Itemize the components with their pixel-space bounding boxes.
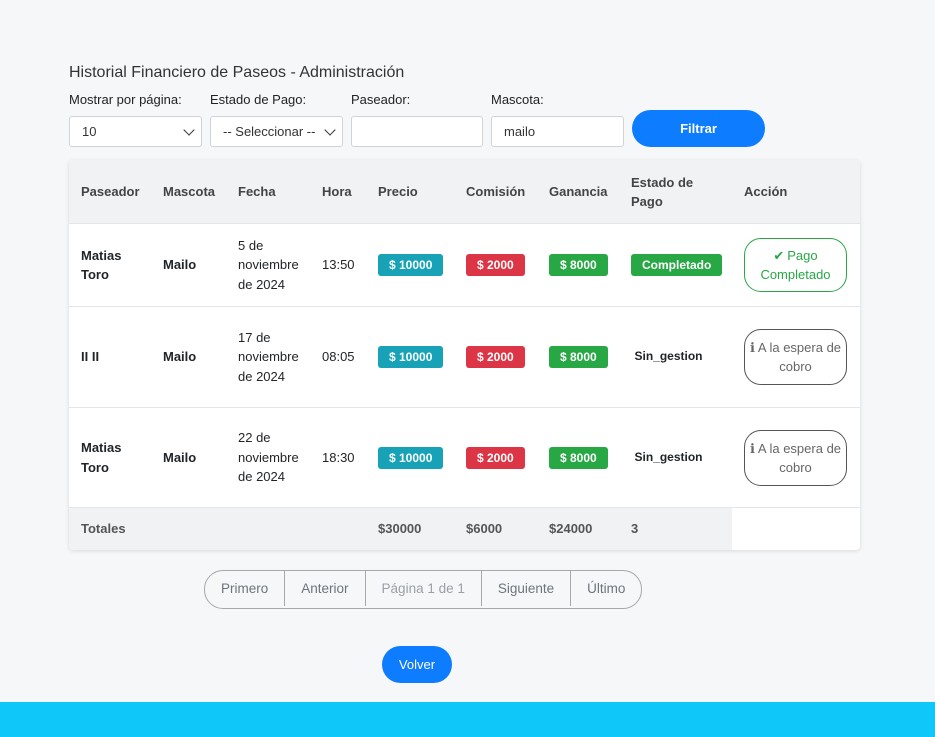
walker-cell: Matias Toro	[69, 223, 151, 307]
price-cell: $ 10000	[366, 407, 454, 508]
action-cell: ℹA la espera de cobro	[732, 306, 860, 408]
previous-page-button[interactable]: Anterior	[285, 571, 366, 606]
time-cell: 13:50	[310, 223, 366, 307]
total-price: $30000	[366, 507, 454, 550]
price-badge: $ 10000	[378, 254, 444, 276]
column-header: Ganancia	[537, 160, 619, 224]
walker-label: Paseador:	[351, 92, 411, 107]
walker-cell: Matias Toro	[69, 407, 151, 508]
totals-label: Totales	[69, 507, 366, 550]
price-badge: $ 10000	[378, 346, 444, 368]
table-row: II II Mailo 17 de noviembre de 2024 08:0…	[69, 306, 860, 408]
total-count: 3	[619, 507, 732, 550]
price-cell: $ 10000	[366, 223, 454, 307]
total-earning: $24000	[537, 507, 619, 550]
price-cell: $ 10000	[366, 306, 454, 408]
price-badge: $ 10000	[378, 446, 444, 469]
commission-badge: $ 2000	[466, 446, 525, 469]
next-page-button[interactable]: Siguiente	[482, 571, 572, 606]
info-icon: ℹ	[749, 340, 755, 355]
commission-cell: $ 2000	[454, 223, 537, 307]
pagination: Primero Anterior Página 1 de 1 Siguiente…	[204, 570, 643, 609]
column-header: Acción	[732, 160, 860, 224]
status-badge: Completado	[631, 254, 723, 276]
earning-badge: $ 8000	[549, 346, 608, 368]
pet-cell: Mailo	[151, 407, 226, 508]
total-commission: $6000	[454, 507, 537, 550]
column-header: Paseador	[69, 160, 151, 224]
table-row: Matias Toro Mailo 22 de noviembre de 202…	[69, 407, 860, 508]
action-label: A la espera de cobro	[757, 340, 842, 374]
per-page-label: Mostrar por página:	[69, 92, 182, 107]
commission-badge: $ 2000	[466, 254, 525, 276]
column-header: Fecha	[226, 160, 310, 224]
column-header: Comisión	[454, 160, 537, 224]
status-cell: Completado	[619, 223, 732, 307]
earning-badge: $ 8000	[549, 446, 608, 469]
column-header: Mascota	[151, 160, 226, 224]
footer-bar	[0, 702, 935, 737]
awaiting-payment-button[interactable]: ℹA la espera de cobro	[744, 329, 847, 385]
chevron-down-icon	[183, 123, 195, 136]
column-header: Estado de Pago	[619, 160, 732, 224]
status-text: Sin_gestion	[634, 449, 703, 464]
first-page-button[interactable]: Primero	[205, 571, 286, 606]
status-text: Sin_gestion	[634, 349, 703, 364]
payment-status-value: -- Seleccionar --	[223, 124, 316, 139]
date-cell: 22 de noviembre de 2024	[226, 407, 310, 508]
walks-table: Paseador Mascota Fecha Hora Precio Comis…	[69, 160, 860, 550]
per-page-value: 10	[82, 124, 97, 139]
commission-cell: $ 2000	[454, 306, 537, 408]
column-header: Hora	[310, 160, 366, 224]
table-row: Matias Toro Mailo 5 de noviembre de 2024…	[69, 223, 860, 307]
pet-label: Mascota:	[491, 92, 544, 107]
earning-badge: $ 8000	[549, 254, 608, 276]
action-cell: ℹA la espera de cobro	[732, 407, 860, 508]
earning-cell: $ 8000	[537, 306, 619, 408]
action-label: Pago Completado	[760, 248, 831, 282]
payment-completed-button[interactable]: ✔ Pago Completado	[744, 238, 847, 292]
totals-empty-cell	[732, 507, 860, 550]
awaiting-payment-button[interactable]: ℹA la espera de cobro	[744, 429, 847, 486]
date-cell: 17 de noviembre de 2024	[226, 306, 310, 408]
totals-row: Totales $30000 $6000 $24000 3	[69, 507, 860, 550]
back-button[interactable]: Volver	[382, 646, 452, 683]
time-cell: 18:30	[310, 407, 366, 508]
info-icon: ℹ	[749, 440, 755, 456]
pet-cell: Mailo	[151, 223, 226, 307]
date-cell: 5 de noviembre de 2024	[226, 223, 310, 307]
status-cell: Sin_gestion	[619, 407, 732, 508]
commission-badge: $ 2000	[466, 346, 525, 368]
table-header-row: Paseador Mascota Fecha Hora Precio Comis…	[69, 160, 860, 224]
action-cell: ✔ Pago Completado	[732, 223, 860, 307]
last-page-button[interactable]: Último	[571, 571, 641, 606]
current-page-indicator: Página 1 de 1	[366, 571, 482, 606]
earning-cell: $ 8000	[537, 407, 619, 508]
pet-input[interactable]: mailo	[491, 116, 624, 147]
pet-cell: Mailo	[151, 306, 226, 408]
chevron-down-icon	[324, 123, 336, 136]
page-title: Historial Financiero de Paseos - Adminis…	[69, 64, 405, 81]
filter-button[interactable]: Filtrar	[632, 110, 765, 147]
walker-input[interactable]	[351, 116, 483, 147]
per-page-select[interactable]: 10	[69, 116, 202, 147]
action-label: A la espera de cobro	[757, 440, 842, 475]
check-double-icon: ✔	[773, 248, 785, 263]
status-cell: Sin_gestion	[619, 306, 732, 408]
column-header: Precio	[366, 160, 454, 224]
payment-status-label: Estado de Pago:	[210, 92, 307, 107]
earning-cell: $ 8000	[537, 223, 619, 307]
payment-status-select[interactable]: -- Seleccionar --	[210, 116, 343, 147]
walker-cell: II II	[69, 306, 151, 408]
commission-cell: $ 2000	[454, 407, 537, 508]
time-cell: 08:05	[310, 306, 366, 408]
